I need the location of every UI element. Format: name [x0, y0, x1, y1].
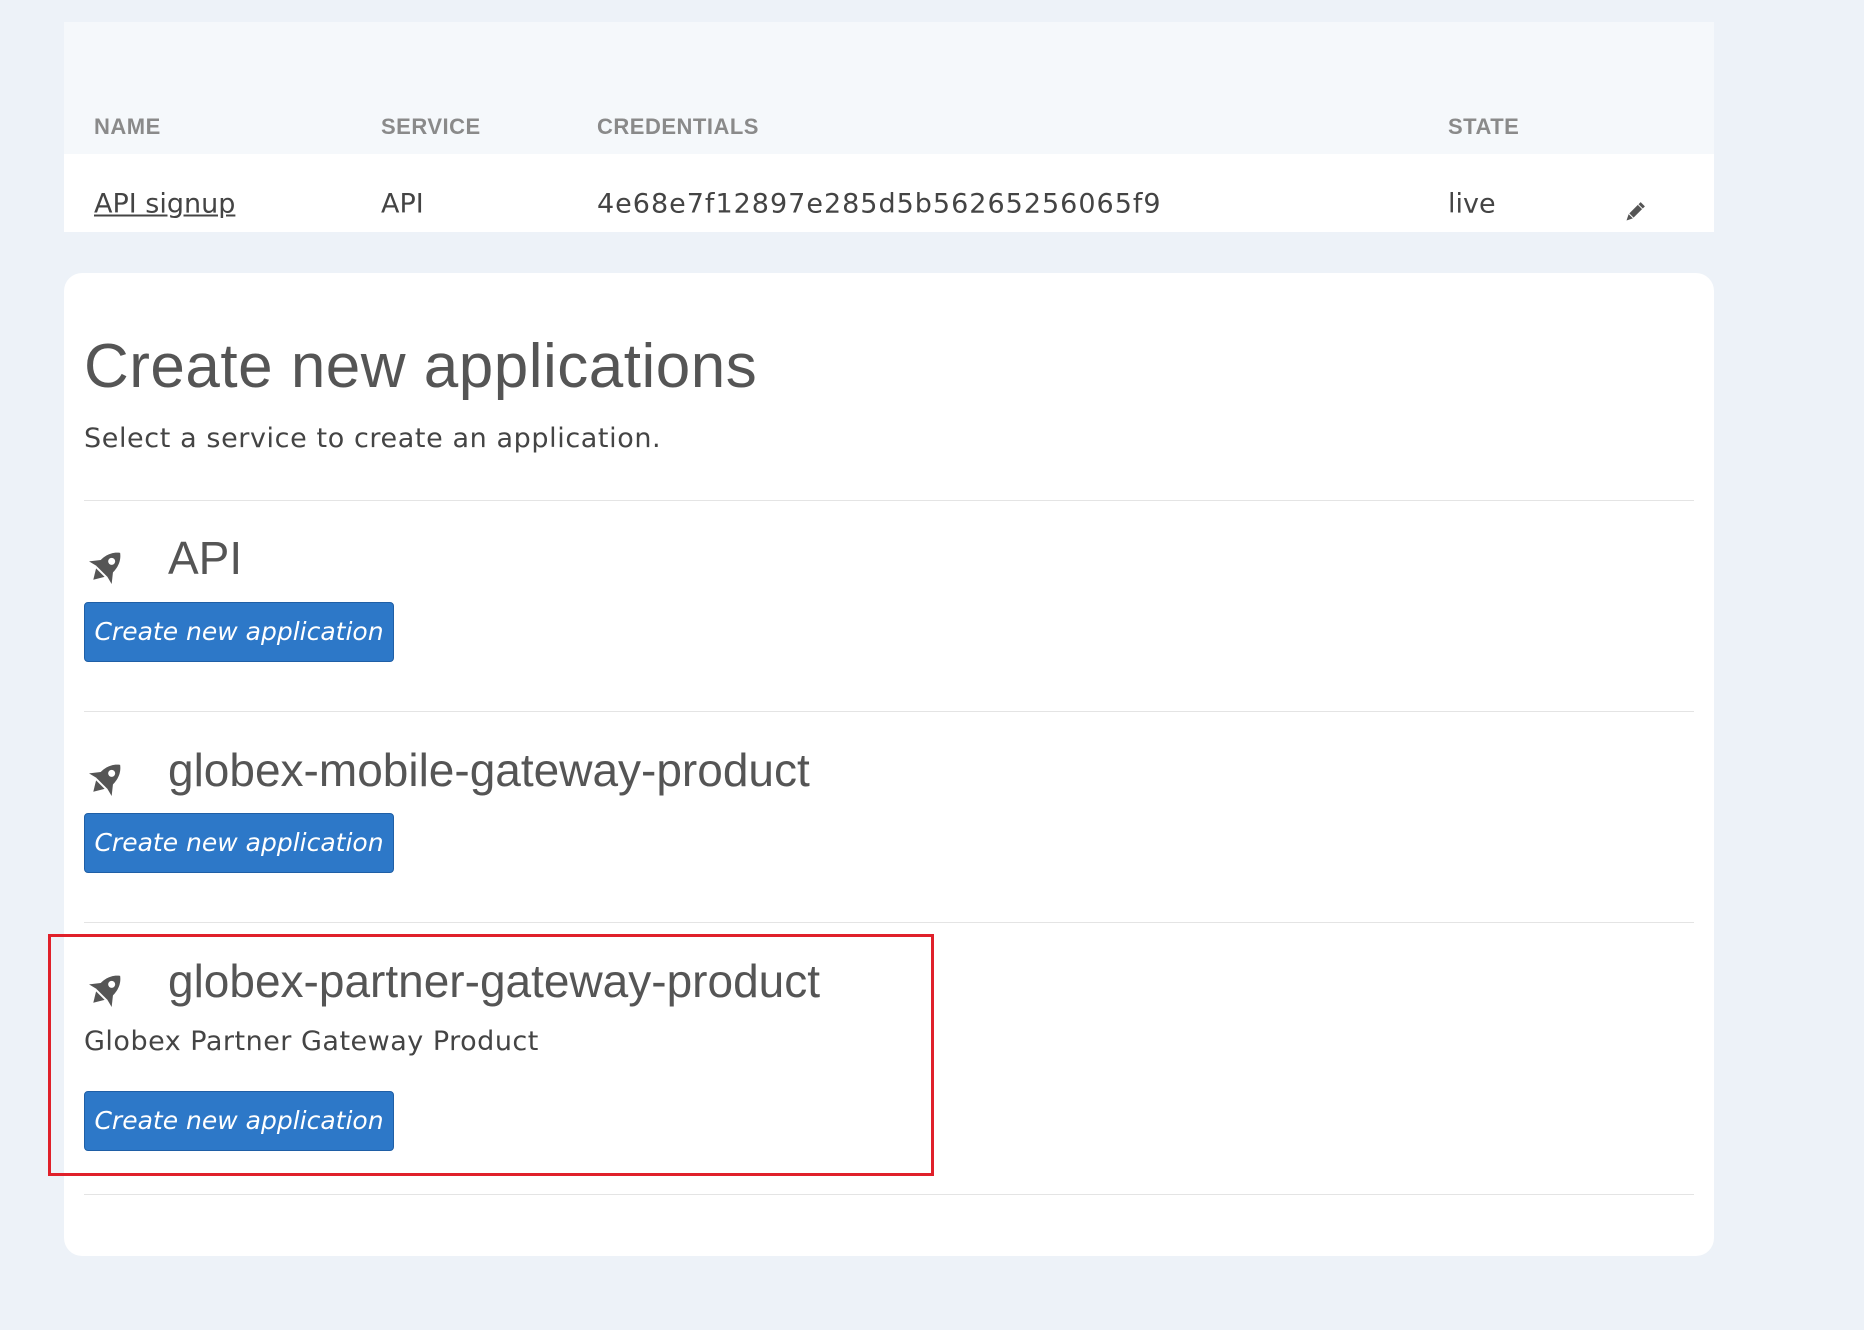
pencil-icon[interactable]	[1622, 199, 1648, 225]
divider	[84, 922, 1694, 923]
application-credentials: 4e68e7f12897e285d5b56265256065f9	[597, 188, 1162, 220]
create-applications-card: Create new applications Select a service…	[64, 273, 1714, 1256]
service-description: Globex Partner Gateway Product	[84, 1026, 539, 1057]
application-service: API	[381, 188, 424, 220]
page-title: Create new applications	[84, 332, 758, 401]
column-header-name: NAME	[94, 114, 161, 139]
application-state: live	[1448, 188, 1496, 220]
create-application-button[interactable]: Create new application	[84, 1091, 394, 1151]
table-header: NAME SERVICE CREDENTIALS STATE	[64, 22, 1714, 154]
divider	[84, 500, 1694, 501]
rocket-icon	[84, 757, 128, 801]
column-header-service: SERVICE	[381, 114, 481, 139]
rocket-icon	[84, 968, 128, 1012]
service-name: globex-partner-gateway-product	[168, 955, 821, 1007]
create-application-button[interactable]: Create new application	[84, 602, 394, 662]
create-application-button[interactable]: Create new application	[84, 813, 394, 873]
service-name: API	[168, 532, 243, 584]
page-subtitle: Select a service to create an applicatio…	[84, 423, 662, 454]
divider	[84, 1194, 1694, 1195]
rocket-icon	[84, 545, 128, 589]
table-row: API signup API 4e68e7f12897e285d5b562652…	[64, 154, 1714, 232]
divider	[84, 711, 1694, 712]
column-header-state: STATE	[1448, 114, 1520, 139]
application-name-link[interactable]: API signup	[94, 189, 235, 220]
column-header-credentials: CREDENTIALS	[597, 114, 759, 139]
service-name: globex-mobile-gateway-product	[168, 744, 810, 796]
applications-table: NAME SERVICE CREDENTIALS STATE API signu…	[64, 22, 1714, 232]
